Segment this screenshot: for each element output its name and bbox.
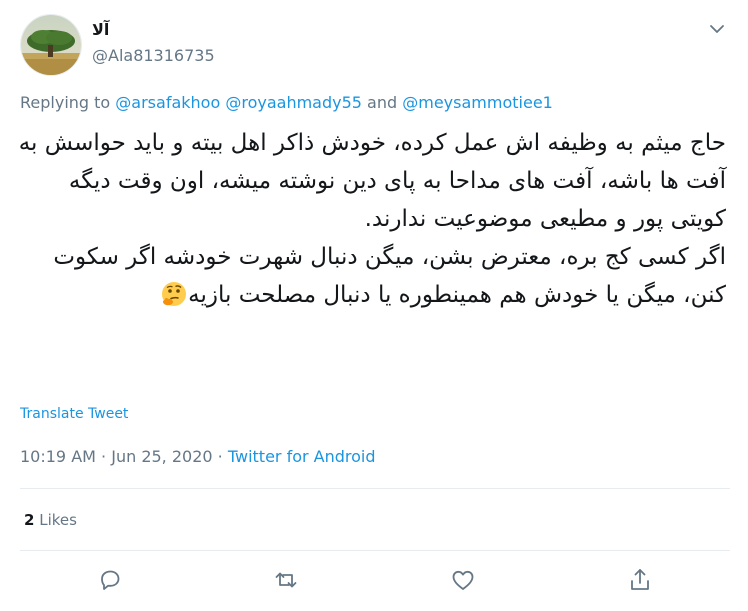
- divider: [20, 550, 730, 551]
- heart-icon[interactable]: [449, 566, 477, 594]
- reply-icon[interactable]: [96, 566, 124, 594]
- avatar[interactable]: [20, 14, 82, 76]
- avatar-tree-image: [21, 15, 81, 75]
- likes-count[interactable]: 2 Likes: [24, 511, 77, 529]
- chevron-down-icon[interactable]: [708, 20, 726, 38]
- tweet-actions: [0, 566, 748, 596]
- likes-number: 2: [24, 511, 35, 529]
- divider: [20, 488, 730, 489]
- share-icon[interactable]: [626, 566, 654, 594]
- replying-to: Replying to @arsafakhoo @royaahmady55 an…: [20, 93, 553, 112]
- tweet-source[interactable]: Twitter for Android: [228, 447, 376, 466]
- tweet-time[interactable]: 10:19 AM: [20, 447, 96, 466]
- tweet-text: حاج میثم به وظیفه اش عمل کرده، خودش ذاکر…: [16, 124, 726, 314]
- tweet-date[interactable]: Jun 25, 2020: [111, 447, 212, 466]
- display-name[interactable]: آلا: [92, 20, 109, 39]
- replying-to-label: Replying to: [20, 93, 111, 112]
- likes-label: Likes: [39, 511, 77, 529]
- meta-separator: ·: [101, 447, 107, 466]
- tweet-body: حاج میثم به وظیفه اش عمل کرده، خودش ذاکر…: [18, 130, 726, 308]
- user-handle[interactable]: @Ala81316735: [92, 46, 215, 65]
- meta-separator: ·: [217, 447, 223, 466]
- mention-arsafakhoo[interactable]: @arsafakhoo: [115, 93, 220, 112]
- mention-royaahmady55[interactable]: @royaahmady55: [225, 93, 362, 112]
- mention-meysammotiee1[interactable]: @meysammotiee1: [402, 93, 553, 112]
- and-label: and: [367, 93, 398, 112]
- retweet-icon[interactable]: [272, 566, 300, 594]
- thinking-face-icon: [160, 280, 188, 308]
- translate-tweet-link[interactable]: Translate Tweet: [20, 406, 128, 422]
- tweet-header: آلا @Ala81316735: [20, 14, 730, 76]
- tweet-meta: 10:19 AM · Jun 25, 2020 · Twitter for An…: [20, 447, 376, 466]
